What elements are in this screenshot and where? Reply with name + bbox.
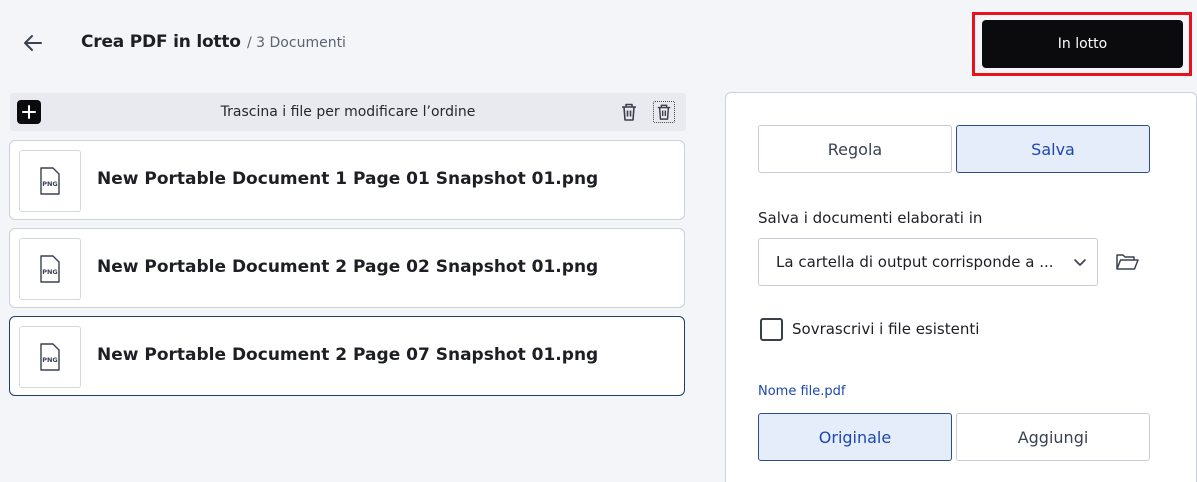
output-folder-select[interactable]: La cartella di output corrisponde a ... bbox=[758, 238, 1098, 286]
tab-adjust[interactable]: Regola bbox=[758, 125, 952, 173]
overwrite-checkbox[interactable] bbox=[760, 318, 783, 341]
back-button[interactable] bbox=[20, 30, 46, 56]
delete-button[interactable] bbox=[618, 101, 640, 123]
folder-open-icon bbox=[1116, 254, 1139, 270]
save-location-label: Salva i documenti elaborati in bbox=[758, 209, 983, 227]
png-file-icon: PNG bbox=[40, 167, 60, 195]
naming-original-button[interactable]: Originale bbox=[758, 413, 952, 461]
file-row[interactable]: PNG New Portable Document 2 Page 02 Snap… bbox=[9, 228, 685, 308]
chevron-down-icon bbox=[1074, 259, 1086, 266]
png-file-icon: PNG bbox=[40, 343, 60, 371]
page-title: Crea PDF in lotto bbox=[81, 32, 241, 52]
settings-panel: Regola Salva Salva i documenti elaborati… bbox=[725, 92, 1197, 482]
svg-text:PNG: PNG bbox=[42, 180, 58, 188]
file-name: New Portable Document 2 Page 07 Snapshot… bbox=[97, 345, 599, 365]
header: Crea PDF in lotto / 3 Documenti In lotto bbox=[0, 0, 1197, 88]
png-file-icon: PNG bbox=[40, 255, 60, 283]
output-folder-value: La cartella di output corrisponde a ... bbox=[776, 253, 1054, 271]
tab-save[interactable]: Salva bbox=[956, 125, 1150, 173]
svg-text:PNG: PNG bbox=[42, 356, 58, 364]
naming-append-button[interactable]: Aggiungi bbox=[956, 413, 1150, 461]
arrow-left-icon bbox=[24, 35, 42, 51]
filename-label: Nome file.pdf bbox=[758, 384, 846, 399]
reorder-hint: Trascina i file per modificare l’ordine bbox=[220, 104, 476, 120]
file-list: PNG New Portable Document 1 Page 01 Snap… bbox=[9, 140, 685, 404]
document-count: / 3 Documenti bbox=[247, 35, 346, 51]
file-name: New Portable Document 1 Page 01 Snapshot… bbox=[97, 169, 599, 189]
delete-all-button[interactable] bbox=[653, 101, 675, 123]
browse-folder-button[interactable] bbox=[1114, 250, 1140, 274]
trash-icon bbox=[622, 103, 636, 121]
file-name: New Portable Document 2 Page 02 Snapshot… bbox=[97, 257, 599, 277]
trash-dotted-icon bbox=[657, 104, 671, 120]
batch-button[interactable]: In lotto bbox=[982, 20, 1183, 68]
file-row[interactable]: PNG New Portable Document 1 Page 01 Snap… bbox=[9, 140, 685, 220]
file-row[interactable]: PNG New Portable Document 2 Page 07 Snap… bbox=[9, 316, 685, 396]
file-toolbar: Trascina i file per modificare l’ordine bbox=[10, 93, 686, 131]
overwrite-label: Sovrascrivi i file esistenti bbox=[792, 320, 980, 338]
svg-text:PNG: PNG bbox=[42, 268, 58, 276]
file-thumbnail: PNG bbox=[19, 150, 81, 212]
file-thumbnail: PNG bbox=[19, 326, 81, 388]
file-thumbnail: PNG bbox=[19, 238, 81, 300]
